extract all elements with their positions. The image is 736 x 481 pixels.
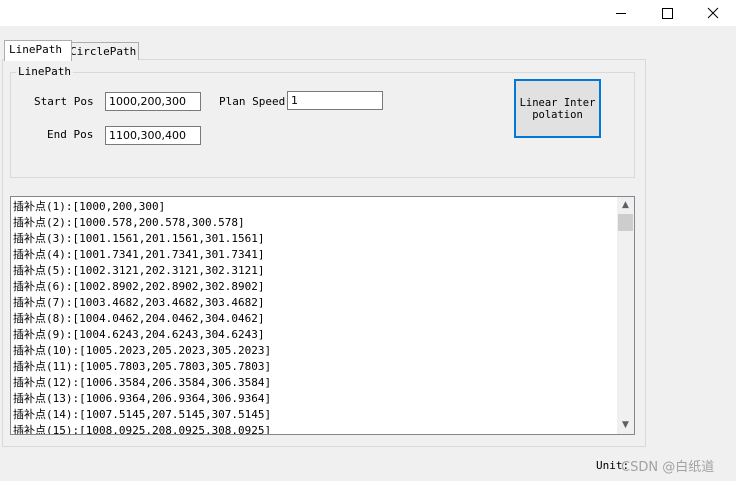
list-item[interactable]: 插补点(13):[1006.9364,206.9364,306.9364] xyxy=(13,391,617,407)
chevron-down-icon[interactable]: ▼ xyxy=(617,417,634,434)
list-item[interactable]: 插补点(4):[1001.7341,201.7341,301.7341] xyxy=(13,247,617,263)
list-item[interactable]: 插补点(5):[1002.3121,202.3121,302.3121] xyxy=(13,263,617,279)
linear-interpolation-label: Linear Interpolation xyxy=(519,96,596,121)
linear-interpolation-button[interactable]: Linear Interpolation xyxy=(514,79,601,138)
chevron-up-icon[interactable]: ▲ xyxy=(617,197,634,214)
tab-circlepath[interactable]: CirclePath xyxy=(65,42,139,60)
interpolation-output-list[interactable]: 插补点(1):[1000,200,300] 插补点(2):[1000.578,20… xyxy=(10,196,635,435)
list-item[interactable]: 插补点(10):[1005.2023,205.2023,305.2023] xyxy=(13,343,617,359)
watermark: CSDN @白纸道 xyxy=(621,460,715,475)
vertical-scrollbar[interactable]: ▲ ▼ xyxy=(617,197,634,434)
list-item[interactable]: 插补点(1):[1000,200,300] xyxy=(13,199,617,215)
maximize-button[interactable] xyxy=(644,0,690,26)
start-pos-label: Start Pos xyxy=(34,95,94,108)
list-item[interactable]: 插补点(6):[1002.8902,202.8902,302.8902] xyxy=(13,279,617,295)
list-item[interactable]: 插补点(15):[1008.0925,208.0925,308.0925] xyxy=(13,423,617,434)
end-pos-label: End Pos xyxy=(47,128,94,141)
output-rows: 插补点(1):[1000,200,300] 插补点(2):[1000.578,20… xyxy=(13,199,617,434)
close-icon xyxy=(707,7,719,19)
list-item[interactable]: 插补点(8):[1004.0462,204.0462,304.0462] xyxy=(13,311,617,327)
start-pos-input[interactable]: 1000,200,300 xyxy=(105,92,201,111)
minimize-button[interactable] xyxy=(598,0,644,26)
list-item[interactable]: 插补点(14):[1007.5145,207.5145,307.5145] xyxy=(13,407,617,423)
list-item[interactable]: 插补点(2):[1000.578,200.578,300.578] xyxy=(13,215,617,231)
list-item[interactable]: 插补点(12):[1006.3584,206.3584,306.3584] xyxy=(13,375,617,391)
list-item[interactable]: 插补点(9):[1004.6243,204.6243,304.6243] xyxy=(13,327,617,343)
title-bar xyxy=(0,0,736,26)
maximize-icon xyxy=(661,7,673,19)
tab-linepath[interactable]: LinePath xyxy=(4,40,72,61)
groupbox-title: LinePath xyxy=(16,65,73,79)
plan-speed-label: Plan Speed xyxy=(219,95,286,108)
minimize-icon xyxy=(616,12,626,14)
list-item[interactable]: 插补点(7):[1003.4682,203.4682,303.4682] xyxy=(13,295,617,311)
list-item[interactable]: 插补点(3):[1001.1561,201.1561,301.1561] xyxy=(13,231,617,247)
plan-speed-input[interactable]: 1 xyxy=(287,91,383,110)
list-item[interactable]: 插补点(11):[1005.7803,205.7803,305.7803] xyxy=(13,359,617,375)
end-pos-input[interactable]: 1100,300,400 xyxy=(105,126,201,145)
scrollbar-thumb[interactable] xyxy=(618,214,633,231)
close-button[interactable] xyxy=(690,0,736,26)
